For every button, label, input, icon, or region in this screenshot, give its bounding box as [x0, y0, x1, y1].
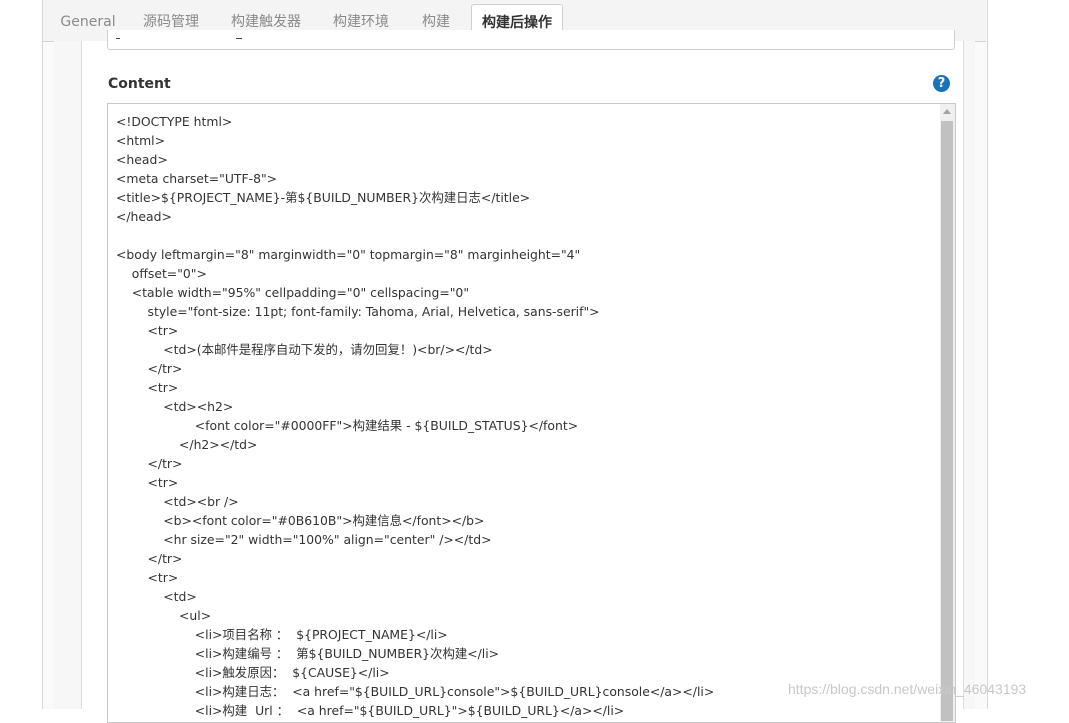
content-textarea[interactable]: <!DOCTYPE html> <html> <head> <meta char…: [107, 103, 956, 723]
help-icon[interactable]: ?: [933, 75, 950, 92]
content-label: Content: [108, 76, 171, 92]
watermark: https://blog.csdn.net/weixin_46043193: [788, 681, 1027, 697]
text-fragment: [116, 38, 120, 39]
content-text[interactable]: <!DOCTYPE html> <html> <head> <meta char…: [116, 112, 936, 720]
panel-right-gutter: [963, 41, 975, 709]
vertical-scrollbar[interactable]: [940, 104, 955, 722]
scroll-thumb[interactable]: [941, 121, 953, 721]
text-fragment: [236, 38, 242, 39]
panel-left-gutter: [54, 41, 82, 709]
previous-input-field[interactable]: [107, 30, 955, 50]
scroll-up-arrow-icon[interactable]: [943, 109, 951, 114]
